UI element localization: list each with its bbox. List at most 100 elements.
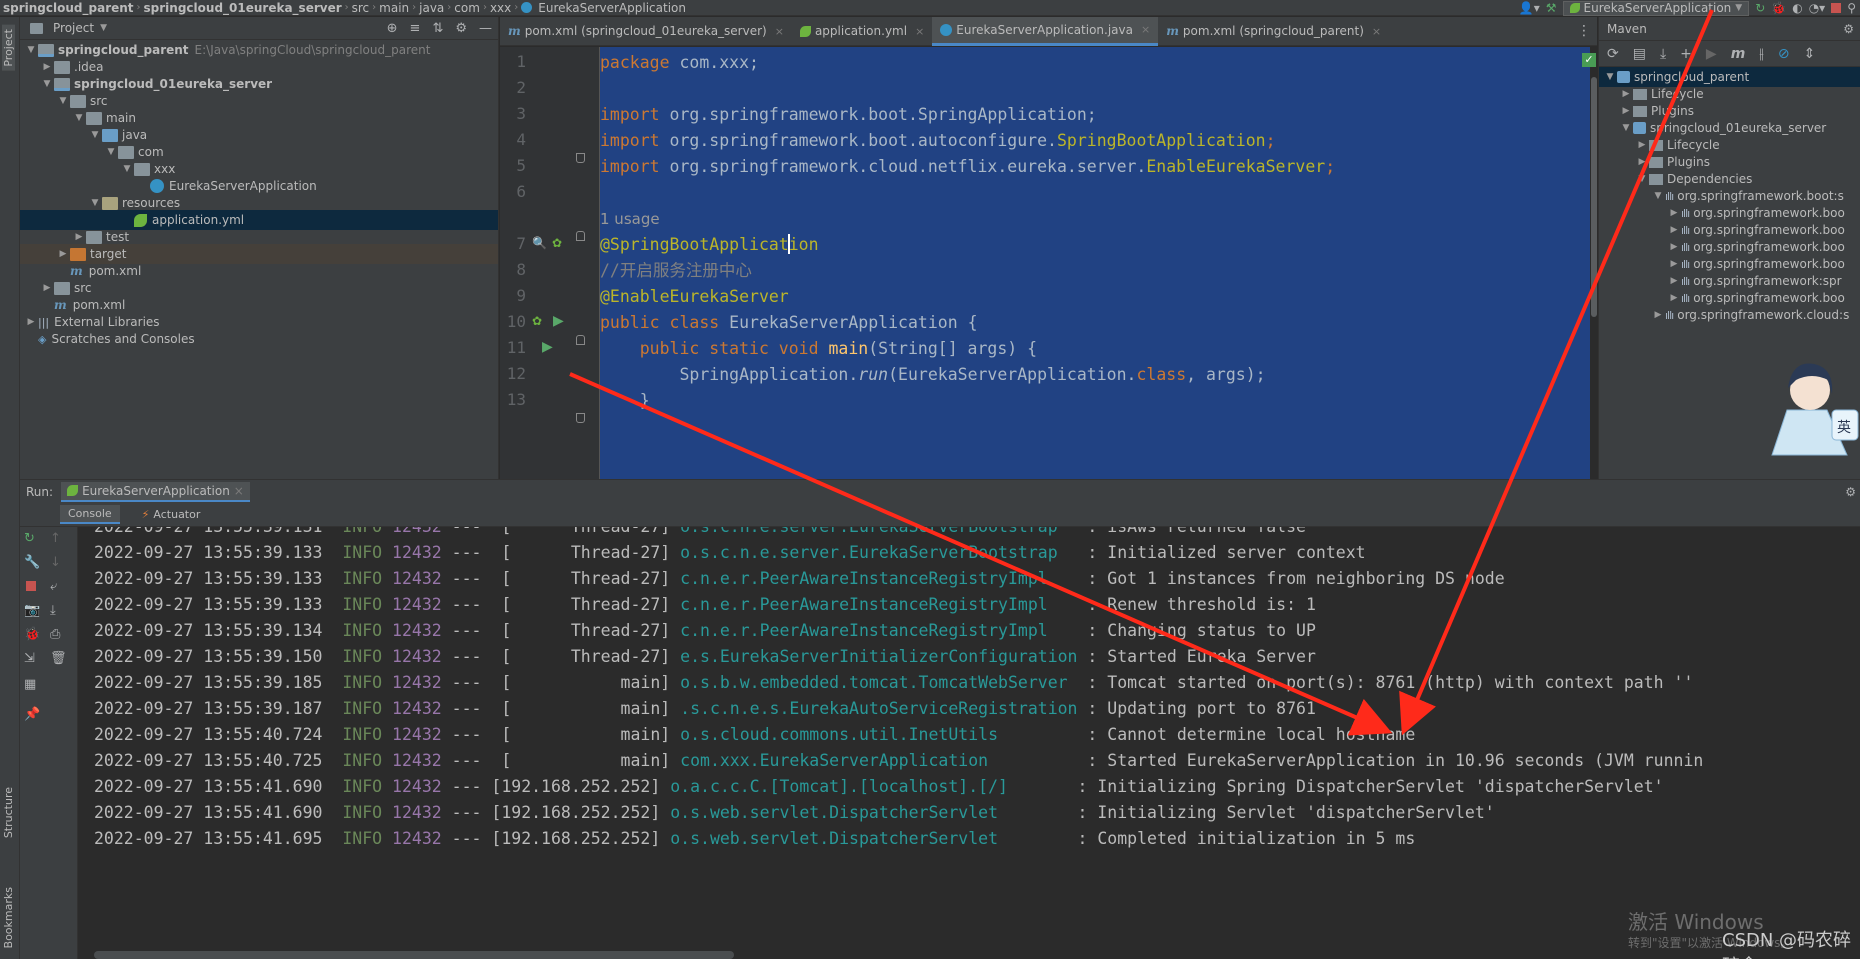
hide-icon[interactable]: — xyxy=(479,21,492,36)
tab-parent-pom[interactable]: m pom.xml (springcloud_parent) × xyxy=(1158,17,1389,46)
console-output[interactable]: 2022-09-27 13:55:39.131 INFO 12432 --- [… xyxy=(78,527,1860,959)
close-icon[interactable]: × xyxy=(1141,23,1150,36)
collapse-arrow-icon[interactable]: ▶ xyxy=(1667,276,1681,286)
scroll-thumb[interactable] xyxy=(1591,77,1597,317)
generate-sources-icon[interactable]: ▤ xyxy=(1633,46,1646,62)
add-icon[interactable]: + xyxy=(1680,46,1692,62)
print-icon[interactable]: ⎙ xyxy=(50,627,60,642)
close-icon[interactable]: × xyxy=(234,484,244,498)
inspection-ok-icon[interactable]: ✓ xyxy=(1582,53,1596,67)
wrench-icon[interactable]: 🔧 xyxy=(24,555,40,570)
trash-icon[interactable]: 🗑 xyxy=(50,651,67,666)
fold-marker-icon[interactable] xyxy=(576,335,585,345)
gear-icon[interactable]: ⚙ xyxy=(1845,485,1856,499)
collapse-arrow-icon[interactable]: ▶ xyxy=(1667,225,1681,235)
debug-icon[interactable]: 🐞 xyxy=(24,627,40,642)
fold-marker-icon[interactable] xyxy=(576,231,585,241)
reload-icon[interactable]: ⟳ xyxy=(1607,46,1619,62)
expand-arrow-icon[interactable]: ▼ xyxy=(104,147,118,157)
expand-arrow-icon[interactable]: ▼ xyxy=(24,45,38,55)
close-icon[interactable]: × xyxy=(915,25,924,38)
collapse-icon[interactable]: ⇕ xyxy=(1804,46,1816,62)
download-icon[interactable]: ⤓ xyxy=(1660,46,1666,62)
expand-arrow-icon[interactable]: ▼ xyxy=(56,96,70,106)
expand-arrow-icon[interactable]: ▼ xyxy=(72,113,86,123)
build-hammer-icon[interactable]: ⚒ xyxy=(1546,1,1557,15)
fold-marker-icon[interactable] xyxy=(576,153,585,163)
run-maven-icon[interactable]: ▶ xyxy=(1706,46,1717,62)
expand-arrow-icon[interactable]: ▼ xyxy=(1651,191,1665,201)
close-icon[interactable]: × xyxy=(1372,25,1381,38)
gear-icon[interactable]: ⚙ xyxy=(1843,22,1854,36)
tab-module-pom[interactable]: m pom.xml (springcloud_01eureka_server) × xyxy=(500,17,792,46)
coverage-icon[interactable]: ◐ xyxy=(1792,1,1802,15)
collapse-arrow-icon[interactable]: ▶ xyxy=(1667,259,1681,269)
profile-icon[interactable]: ◔▾ xyxy=(1809,1,1826,15)
user-icon[interactable]: 👤▾ xyxy=(1519,1,1540,15)
execute-goal-icon[interactable]: m xyxy=(1731,46,1746,62)
project-panel-title[interactable]: Project xyxy=(53,21,94,35)
breadcrumb-xxx[interactable]: xxx xyxy=(487,1,514,15)
run-config-tab[interactable]: EurekaServerApplication × xyxy=(61,481,250,502)
expand-arrow-icon[interactable]: ▼ xyxy=(120,164,134,174)
editor-scrollbar[interactable]: ✓ xyxy=(1582,47,1598,479)
collapse-arrow-icon[interactable]: ▶ xyxy=(40,283,54,293)
expand-arrow-icon[interactable]: ▼ xyxy=(1603,72,1617,82)
toggle-offline-icon[interactable]: ⫲ xyxy=(1759,46,1764,62)
gear-icon[interactable]: ⚙ xyxy=(455,21,467,36)
breadcrumb-main[interactable]: main xyxy=(376,1,412,15)
breadcrumb-project[interactable]: springcloud_parent xyxy=(0,1,137,15)
collapse-arrow-icon[interactable]: ▶ xyxy=(1635,157,1649,167)
structure-tool-tab[interactable]: Structure xyxy=(2,787,15,838)
tab-console[interactable]: Console xyxy=(60,505,120,524)
fold-marker-icon[interactable] xyxy=(576,413,585,423)
maven-dependency[interactable]: ▶ ıllı org.springframework.cloud:s xyxy=(1651,305,1850,325)
collapse-arrow-icon[interactable]: ▶ xyxy=(1651,310,1665,320)
close-icon[interactable]: × xyxy=(775,25,784,38)
project-tool-tab[interactable]: Project xyxy=(2,25,15,71)
collapse-arrow-icon[interactable]: ▶ xyxy=(40,62,54,72)
rerun-icon[interactable]: ↻ xyxy=(1755,1,1765,15)
breadcrumb-com[interactable]: com xyxy=(451,1,483,15)
stop-icon[interactable] xyxy=(1831,3,1842,13)
breadcrumb-class[interactable]: EurekaServerApplication xyxy=(535,1,689,15)
expand-arrow-icon[interactable]: ▼ xyxy=(40,79,54,89)
spring-bean-icon[interactable]: ✿ xyxy=(532,314,542,328)
collapse-arrow-icon[interactable]: ▶ xyxy=(72,232,86,242)
collapse-arrow-icon[interactable]: ▶ xyxy=(1667,242,1681,252)
collapse-arrow-icon[interactable]: ▶ xyxy=(24,317,38,327)
up-arrow-icon[interactable]: ↑ xyxy=(50,531,61,546)
tab-actuator[interactable]: ⚡ Actuator xyxy=(134,506,209,523)
layout-icon[interactable]: ▦ xyxy=(24,677,36,692)
rerun-icon[interactable]: ↻ xyxy=(24,531,35,546)
camera-icon[interactable]: 📷 xyxy=(24,603,40,618)
exit-icon[interactable]: ⇲ xyxy=(24,651,35,666)
debug-icon[interactable]: 🐞 xyxy=(1771,1,1786,15)
collapse-all-icon[interactable]: ≡ xyxy=(410,21,421,36)
collapse-arrow-icon[interactable]: ▶ xyxy=(1619,106,1633,116)
expand-arrow-icon[interactable]: ▼ xyxy=(88,130,102,140)
expand-arrow-icon[interactable]: ▼ xyxy=(1635,174,1649,184)
stop-icon[interactable] xyxy=(26,581,36,591)
run-gutter-icon[interactable]: ▶ xyxy=(542,339,553,355)
expand-all-icon[interactable]: ⇅ xyxy=(432,21,443,36)
collapse-arrow-icon[interactable]: ▶ xyxy=(1667,293,1681,303)
bookmarks-tool-tab[interactable]: Bookmarks xyxy=(2,887,15,948)
breadcrumb-java[interactable]: java xyxy=(416,1,447,15)
collapse-arrow-icon[interactable]: ▶ xyxy=(1667,208,1681,218)
breadcrumb-module[interactable]: springcloud_01eureka_server xyxy=(141,1,345,15)
expand-arrow-icon[interactable]: ▼ xyxy=(88,198,102,208)
collapse-arrow-icon[interactable]: ▶ xyxy=(1635,140,1649,150)
locate-file-icon[interactable]: ⊕ xyxy=(387,21,398,36)
skip-tests-icon[interactable]: ⊘ xyxy=(1778,46,1790,62)
collapse-arrow-icon[interactable]: ▶ xyxy=(56,249,70,259)
collapse-arrow-icon[interactable]: ▶ xyxy=(1619,89,1633,99)
run-configuration-selector[interactable]: EurekaServerApplication ▼ xyxy=(1562,0,1750,16)
tab-application-yml[interactable]: application.yml × xyxy=(792,17,932,46)
pin-icon[interactable]: 📌 xyxy=(24,707,40,722)
spring-bean-icon[interactable]: ✿ xyxy=(552,236,562,250)
code-editor[interactable]: package com.xxx; import org.springframew… xyxy=(600,47,1590,479)
soft-wrap-icon[interactable]: ⤶ xyxy=(50,579,57,594)
tab-eureka-server-application[interactable]: EurekaServerApplication.java × xyxy=(932,16,1159,46)
run-gutter-icon[interactable]: ▶ xyxy=(553,313,564,329)
